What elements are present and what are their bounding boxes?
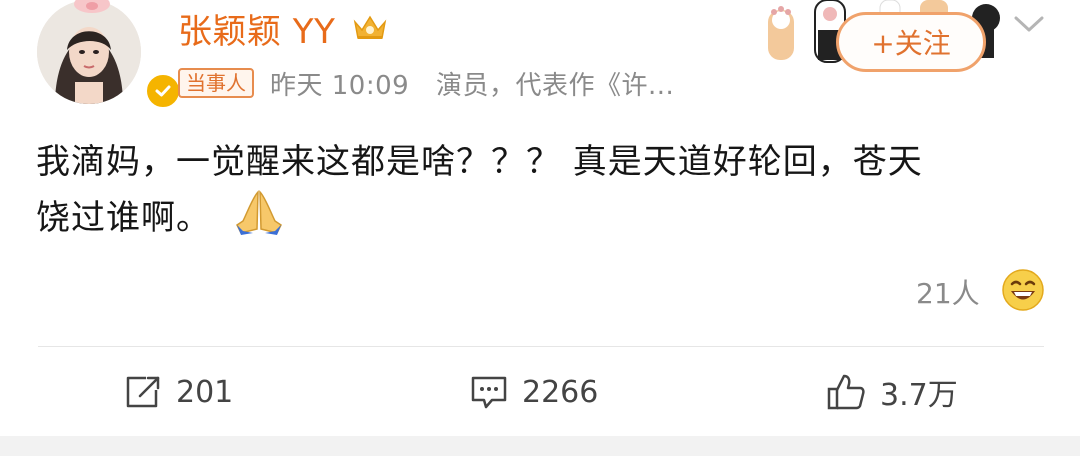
author-description[interactable]: 演员，代表作《许... [436,71,674,101]
reaction-count[interactable]: 21人 [916,272,980,312]
post-time: 昨天 10:09 [270,70,410,101]
chevron-down-icon[interactable] [1012,12,1046,36]
repost-count: 201 [176,374,234,410]
avatar-image [37,0,141,104]
like-icon [827,374,865,410]
post-content-line-2: 饶过谁啊。 [36,198,211,238]
like-button[interactable]: 3.7万 [826,372,958,413]
crown-icon[interactable] [352,12,388,42]
author-name[interactable]: 张颖颖 YY [178,10,335,54]
comment-count: 2266 [522,374,599,410]
divider [38,346,1044,347]
post-content-line-1: 我滴妈，一觉醒来这都是啥？？？ 真是天道好轮回，苍天 [36,142,923,182]
pig-crown-decoration-icon [74,0,110,13]
avatar-container[interactable] [37,0,182,110]
comment-button[interactable]: 2266 [470,372,598,412]
prayer-hands-icon [235,190,282,235]
role-tag: 当事人 [178,68,254,98]
post-meta: 当事人 昨天 10:09 演员，代表作《许... [178,65,692,102]
follow-button[interactable]: +关注 [836,12,986,72]
post-content-line-2-wrap: 饶过谁啊。 [36,189,1046,245]
like-count: 3.7万 [880,378,958,413]
comment-icon [471,376,507,409]
meta-text: 昨天 10:09 演员，代表作《许... [270,65,692,102]
verified-badge-icon [144,72,182,110]
bottom-separator [0,436,1080,456]
repost-icon [126,376,160,408]
repost-button[interactable]: 201 [124,372,233,412]
post-content: 我滴妈，一觉醒来这都是啥？？？ 真是天道好轮回，苍天 饶过谁啊。 [36,135,1046,245]
avatar[interactable] [37,0,141,104]
laughing-emoji-icon[interactable] [1001,268,1045,312]
